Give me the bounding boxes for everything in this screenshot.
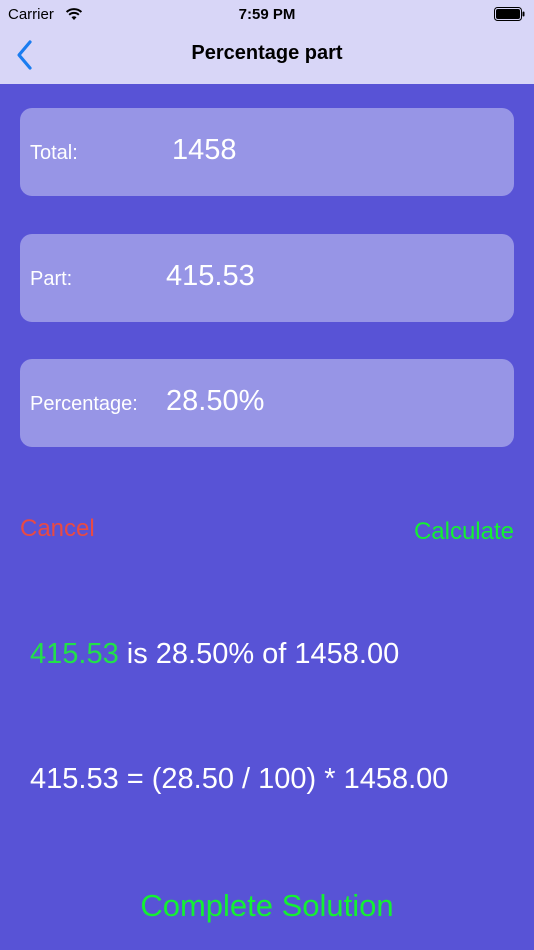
total-input[interactable]: 1458 bbox=[172, 134, 237, 167]
percentage-label: Percentage: bbox=[30, 393, 138, 415]
part-label: Part: bbox=[30, 268, 73, 290]
part-input[interactable]: 415.53 bbox=[166, 260, 255, 293]
result-statement: 415.53 is 28.50% of 1458.00 bbox=[30, 638, 399, 671]
battery-icon bbox=[494, 7, 525, 21]
status-time: 7:59 PM bbox=[238, 6, 296, 23]
cancel-button[interactable]: Cancel bbox=[20, 515, 95, 543]
result-formula: 415.53 = (28.50 / 100) * 1458.00 bbox=[30, 763, 449, 795]
page-title: Percentage part bbox=[191, 42, 343, 64]
percentage-field[interactable]: Percentage: 28.50% bbox=[20, 359, 514, 447]
total-field[interactable]: Total: 1458 bbox=[20, 108, 514, 196]
total-label: Total: bbox=[30, 142, 78, 164]
navigation-bar: Carrier 7:59 PM Percentage part bbox=[0, 0, 534, 84]
calculate-button[interactable]: Calculate bbox=[414, 518, 514, 546]
result-statement-rest: is 28.50% of 1458.00 bbox=[118, 638, 400, 670]
status-bar: Carrier 7:59 PM bbox=[0, 0, 534, 30]
percentage-input[interactable]: 28.50% bbox=[166, 385, 264, 418]
result-part-value: 415.53 bbox=[30, 638, 119, 670]
complete-solution-button[interactable]: Complete Solution bbox=[0, 888, 534, 924]
part-field[interactable]: Part: 415.53 bbox=[20, 234, 514, 322]
